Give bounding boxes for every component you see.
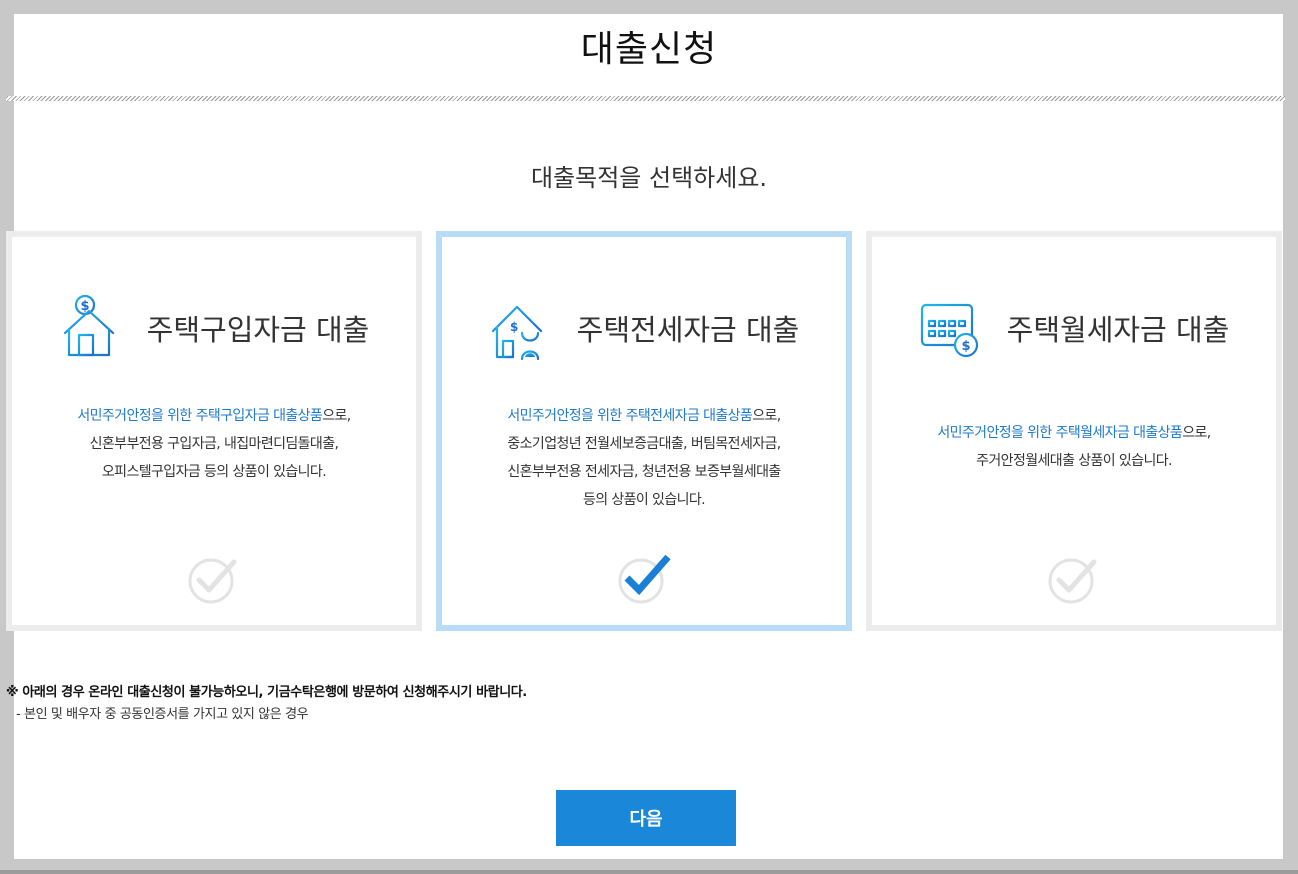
card-header: $ 주택월세자금 대출 bbox=[872, 293, 1276, 363]
description-line: 신혼부부전용 전세자금, 청년전용 보증부월세대출 bbox=[507, 464, 781, 480]
section-subtitle: 대출목적을 선택하세요. bbox=[530, 164, 768, 192]
description-line: 서민주거안정을 위한 주택월세자금 대출상품으로, bbox=[878, 419, 1270, 447]
description-highlight: 서민주거안정을 위한 주택월세자금 대출상품 bbox=[937, 425, 1183, 441]
card-header: $ 주택구입자금 대출 bbox=[12, 293, 416, 363]
calendar-dollar-icon: $ bbox=[919, 293, 979, 363]
description-line: 주거안정월세대출 상품이 있습니다. bbox=[976, 453, 1172, 469]
card-jeonse-loan[interactable]: $ 주택전세자금 대출 서민주거안정을 위한 주택전세자금 대출상품으로, 중소… bbox=[436, 231, 852, 631]
notice-text: ※ 아래의 경우 온라인 대출신청이 불가능하오니, 기금수탁은행에 방문하여 … bbox=[6, 685, 527, 700]
description-line: 서민주거안정을 위한 주택구입자금 대출상품으로, bbox=[18, 402, 410, 430]
card-header: $ 주택전세자금 대출 bbox=[442, 293, 846, 363]
card-title: 주택구입자금 대출 bbox=[146, 313, 370, 347]
description-rest: 으로, bbox=[1182, 425, 1211, 441]
card-monthly-rent-loan[interactable]: $ 주택월세자금 대출 서민주거안정을 위한 주택월세자금 대출상품으로, 주거… bbox=[866, 231, 1282, 631]
description-line: 등의 상품이 있습니다. bbox=[582, 492, 706, 508]
window-bottom-edge bbox=[0, 870, 1298, 874]
house-hourglass-icon: $ bbox=[489, 293, 549, 363]
description-highlight: 서민주거안정을 위한 주택구입자금 대출상품 bbox=[77, 408, 323, 424]
description-line: 서민주거안정을 위한 주택전세자금 대출상품으로, bbox=[448, 402, 840, 430]
description-rest: 으로, bbox=[322, 408, 351, 424]
card-description: 서민주거안정을 위한 주택전세자금 대출상품으로, 중소기업청년 전월세보증금대… bbox=[448, 402, 840, 514]
page-title: 대출신청 bbox=[580, 29, 718, 70]
description-line: 신혼부부전용 구입자금, 내집마련디딤돌대출, bbox=[89, 436, 339, 452]
card-title: 주택월세자금 대출 bbox=[1006, 313, 1230, 347]
check-icon bbox=[1044, 549, 1104, 605]
next-button[interactable]: 다음 bbox=[556, 790, 736, 846]
title-divider bbox=[6, 96, 1285, 101]
svg-text:$: $ bbox=[961, 339, 970, 354]
card-description: 서민주거안정을 위한 주택구입자금 대출상품으로, 신혼부부전용 구입자금, 내… bbox=[18, 402, 410, 486]
card-home-purchase-loan[interactable]: $ 주택구입자금 대출 서민주거안정을 위한 주택구입자금 대출상품으로, 신혼… bbox=[6, 231, 422, 631]
check-selected-icon bbox=[614, 549, 674, 605]
card-title: 주택전세자금 대출 bbox=[576, 313, 800, 347]
house-dollar-icon: $ bbox=[59, 293, 119, 363]
check-icon bbox=[184, 549, 244, 605]
description-line: 오피스텔구입자금 등의 상품이 있습니다. bbox=[101, 464, 327, 480]
description-highlight: 서민주거안정을 위한 주택전세자금 대출상품 bbox=[507, 408, 753, 424]
notice-item: - 본인 및 배우자 중 공동인증서를 가지고 있지 않은 경우 bbox=[16, 707, 309, 722]
description-rest: 으로, bbox=[752, 408, 781, 424]
description-line: 중소기업청년 전월세보증금대출, 버팀목전세자금, bbox=[507, 436, 781, 452]
svg-text:$: $ bbox=[510, 320, 518, 334]
card-description: 서민주거안정을 위한 주택월세자금 대출상품으로, 주거안정월세대출 상품이 있… bbox=[878, 419, 1270, 475]
